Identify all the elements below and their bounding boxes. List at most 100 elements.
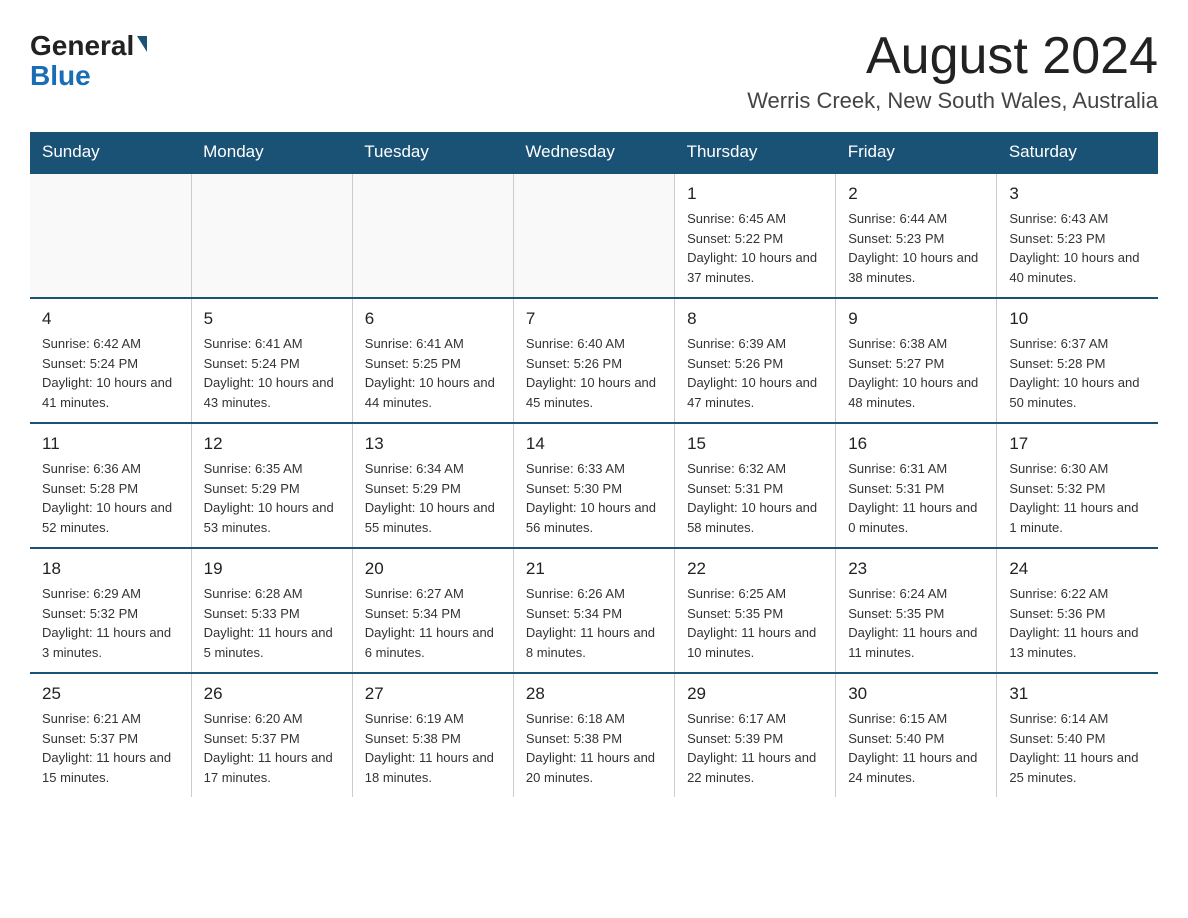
calendar-header-thursday: Thursday: [675, 132, 836, 173]
day-info: Sunrise: 6:39 AM Sunset: 5:26 PM Dayligh…: [687, 334, 823, 412]
day-info: Sunrise: 6:28 AM Sunset: 5:33 PM Dayligh…: [204, 584, 340, 662]
day-number: 19: [204, 559, 340, 579]
day-number: 13: [365, 434, 501, 454]
calendar-cell: 31Sunrise: 6:14 AM Sunset: 5:40 PM Dayli…: [997, 673, 1158, 797]
day-number: 18: [42, 559, 179, 579]
logo-general-text: General: [30, 30, 134, 62]
calendar-cell: 23 Sunrise: 6:24 AM Sunset: 5:35 PM Dayli…: [836, 548, 997, 673]
logo: General Blue: [30, 30, 147, 92]
day-info: Sunrise: 6:21 AM Sunset: 5:37 PM Dayligh…: [42, 709, 179, 787]
day-info: Sunrise: 6:19 AM Sunset: 5:38 PM Dayligh…: [365, 709, 501, 787]
calendar-week-1: 1 Sunrise: 6:45 AM Sunset: 5:22 PM Daylig…: [30, 173, 1158, 298]
calendar-header-saturday: Saturday: [997, 132, 1158, 173]
day-info: Sunrise: 6:14 AM Sunset: 5:40 PM Dayligh…: [1009, 709, 1146, 787]
day-number: 5: [204, 309, 340, 329]
calendar-cell: 2Sunrise: 6:44 AM Sunset: 5:23 PM Daylig…: [836, 173, 997, 298]
day-info: Sunrise: 6:30 AM Sunset: 5:32 PM Dayligh…: [1009, 459, 1146, 537]
calendar-cell: 8 Sunrise: 6:39 AM Sunset: 5:26 PM Daylig…: [675, 298, 836, 423]
day-number: 1: [687, 184, 823, 204]
day-number: 11: [42, 434, 179, 454]
calendar-cell: 6 Sunrise: 6:41 AM Sunset: 5:25 PM Daylig…: [352, 298, 513, 423]
day-number: 20: [365, 559, 501, 579]
calendar-table: SundayMondayTuesdayWednesdayThursdayFrid…: [30, 132, 1158, 797]
title-block: August 2024 Werris Creek, New South Wale…: [747, 30, 1158, 114]
day-info: Sunrise: 6:43 AM Sunset: 5:23 PM Dayligh…: [1009, 209, 1146, 287]
calendar-week-5: 25 Sunrise: 6:21 AM Sunset: 5:37 PM Dayli…: [30, 673, 1158, 797]
calendar-cell: 1 Sunrise: 6:45 AM Sunset: 5:22 PM Daylig…: [675, 173, 836, 298]
day-info: Sunrise: 6:17 AM Sunset: 5:39 PM Dayligh…: [687, 709, 823, 787]
day-info: Sunrise: 6:41 AM Sunset: 5:25 PM Dayligh…: [365, 334, 501, 412]
day-info: Sunrise: 6:45 AM Sunset: 5:22 PM Dayligh…: [687, 209, 823, 287]
calendar-cell: 25 Sunrise: 6:21 AM Sunset: 5:37 PM Dayli…: [30, 673, 191, 797]
calendar-cell: 29 Sunrise: 6:17 AM Sunset: 5:39 PM Dayli…: [675, 673, 836, 797]
calendar-cell: 15 Sunrise: 6:32 AM Sunset: 5:31 PM Dayli…: [675, 423, 836, 548]
calendar-header-sunday: Sunday: [30, 132, 191, 173]
calendar-cell: 19 Sunrise: 6:28 AM Sunset: 5:33 PM Dayli…: [191, 548, 352, 673]
day-number: 9: [848, 309, 984, 329]
day-number: 24: [1009, 559, 1146, 579]
calendar-cell: 11Sunrise: 6:36 AM Sunset: 5:28 PM Dayli…: [30, 423, 191, 548]
month-title: August 2024: [747, 30, 1158, 82]
calendar-cell: 26Sunrise: 6:20 AM Sunset: 5:37 PM Dayli…: [191, 673, 352, 797]
day-info: Sunrise: 6:37 AM Sunset: 5:28 PM Dayligh…: [1009, 334, 1146, 412]
day-number: 27: [365, 684, 501, 704]
day-number: 6: [365, 309, 501, 329]
calendar-cell: [191, 173, 352, 298]
day-info: Sunrise: 6:25 AM Sunset: 5:35 PM Dayligh…: [687, 584, 823, 662]
calendar-cell: [513, 173, 674, 298]
day-number: 16: [848, 434, 984, 454]
day-number: 21: [526, 559, 662, 579]
calendar-cell: 22 Sunrise: 6:25 AM Sunset: 5:35 PM Dayli…: [675, 548, 836, 673]
day-info: Sunrise: 6:20 AM Sunset: 5:37 PM Dayligh…: [204, 709, 340, 787]
day-number: 17: [1009, 434, 1146, 454]
page-header: General Blue August 2024 Werris Creek, N…: [30, 30, 1158, 114]
day-number: 10: [1009, 309, 1146, 329]
calendar-cell: [30, 173, 191, 298]
location: Werris Creek, New South Wales, Australia: [747, 88, 1158, 114]
day-info: Sunrise: 6:32 AM Sunset: 5:31 PM Dayligh…: [687, 459, 823, 537]
day-info: Sunrise: 6:35 AM Sunset: 5:29 PM Dayligh…: [204, 459, 340, 537]
calendar-cell: 9 Sunrise: 6:38 AM Sunset: 5:27 PM Daylig…: [836, 298, 997, 423]
calendar-cell: 3Sunrise: 6:43 AM Sunset: 5:23 PM Daylig…: [997, 173, 1158, 298]
calendar-week-4: 18 Sunrise: 6:29 AM Sunset: 5:32 PM Dayli…: [30, 548, 1158, 673]
calendar-cell: 12 Sunrise: 6:35 AM Sunset: 5:29 PM Dayli…: [191, 423, 352, 548]
day-info: Sunrise: 6:34 AM Sunset: 5:29 PM Dayligh…: [365, 459, 501, 537]
calendar-week-3: 11Sunrise: 6:36 AM Sunset: 5:28 PM Dayli…: [30, 423, 1158, 548]
calendar-header-tuesday: Tuesday: [352, 132, 513, 173]
calendar-cell: 13 Sunrise: 6:34 AM Sunset: 5:29 PM Dayli…: [352, 423, 513, 548]
calendar-header-friday: Friday: [836, 132, 997, 173]
logo-arrow-icon: [137, 36, 147, 52]
calendar-cell: 5Sunrise: 6:41 AM Sunset: 5:24 PM Daylig…: [191, 298, 352, 423]
calendar-cell: 10 Sunrise: 6:37 AM Sunset: 5:28 PM Dayli…: [997, 298, 1158, 423]
day-number: 29: [687, 684, 823, 704]
calendar-cell: 28Sunrise: 6:18 AM Sunset: 5:38 PM Dayli…: [513, 673, 674, 797]
day-info: Sunrise: 6:18 AM Sunset: 5:38 PM Dayligh…: [526, 709, 662, 787]
day-info: Sunrise: 6:42 AM Sunset: 5:24 PM Dayligh…: [42, 334, 179, 412]
logo-blue-text: Blue: [30, 60, 147, 92]
day-number: 15: [687, 434, 823, 454]
day-number: 8: [687, 309, 823, 329]
day-number: 14: [526, 434, 662, 454]
calendar-cell: 4 Sunrise: 6:42 AM Sunset: 5:24 PM Daylig…: [30, 298, 191, 423]
calendar-cell: 14Sunrise: 6:33 AM Sunset: 5:30 PM Dayli…: [513, 423, 674, 548]
day-number: 22: [687, 559, 823, 579]
calendar-header-wednesday: Wednesday: [513, 132, 674, 173]
day-info: Sunrise: 6:26 AM Sunset: 5:34 PM Dayligh…: [526, 584, 662, 662]
day-number: 23: [848, 559, 984, 579]
calendar-cell: 21 Sunrise: 6:26 AM Sunset: 5:34 PM Dayli…: [513, 548, 674, 673]
calendar-header-row: SundayMondayTuesdayWednesdayThursdayFrid…: [30, 132, 1158, 173]
day-info: Sunrise: 6:15 AM Sunset: 5:40 PM Dayligh…: [848, 709, 984, 787]
day-info: Sunrise: 6:27 AM Sunset: 5:34 PM Dayligh…: [365, 584, 501, 662]
calendar-cell: 18 Sunrise: 6:29 AM Sunset: 5:32 PM Dayli…: [30, 548, 191, 673]
day-info: Sunrise: 6:38 AM Sunset: 5:27 PM Dayligh…: [848, 334, 984, 412]
day-info: Sunrise: 6:29 AM Sunset: 5:32 PM Dayligh…: [42, 584, 179, 662]
calendar-cell: 30Sunrise: 6:15 AM Sunset: 5:40 PM Dayli…: [836, 673, 997, 797]
day-number: 25: [42, 684, 179, 704]
day-number: 7: [526, 309, 662, 329]
day-number: 12: [204, 434, 340, 454]
calendar-cell: 17 Sunrise: 6:30 AM Sunset: 5:32 PM Dayli…: [997, 423, 1158, 548]
calendar-week-2: 4 Sunrise: 6:42 AM Sunset: 5:24 PM Daylig…: [30, 298, 1158, 423]
calendar-cell: 7Sunrise: 6:40 AM Sunset: 5:26 PM Daylig…: [513, 298, 674, 423]
day-info: Sunrise: 6:24 AM Sunset: 5:35 PM Dayligh…: [848, 584, 984, 662]
day-number: 4: [42, 309, 179, 329]
